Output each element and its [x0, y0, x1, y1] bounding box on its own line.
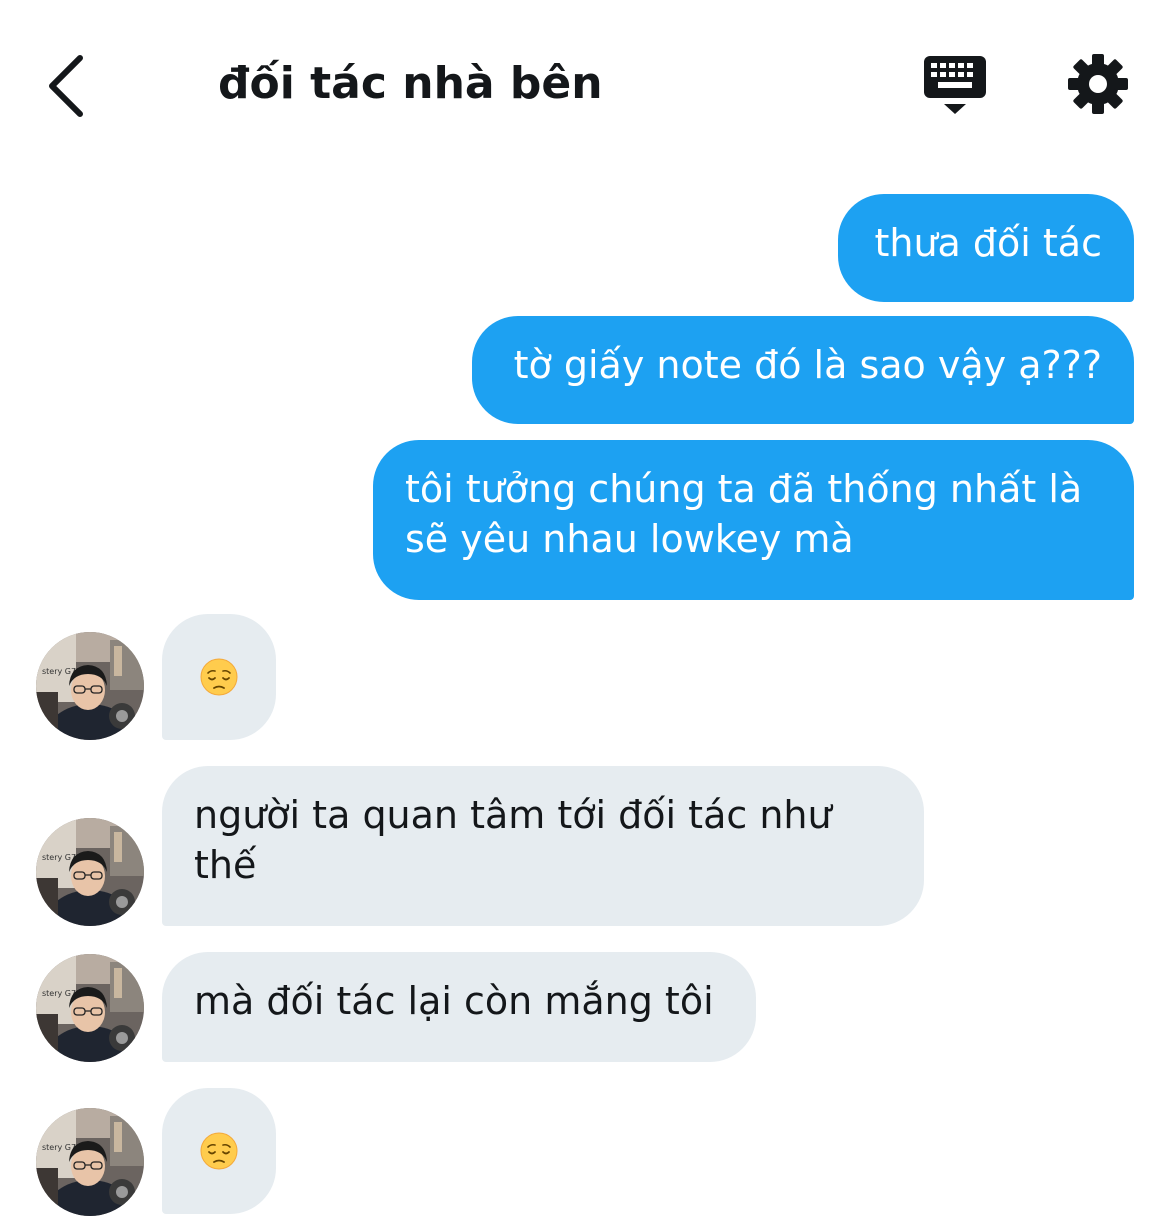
avatar-image	[36, 1108, 144, 1216]
avatar-image	[36, 632, 144, 740]
message-text-line: sẽ yêu nhau lowkey mà	[405, 517, 854, 561]
message-text: mà đối tác lại còn mắng tôi	[194, 979, 714, 1023]
message-bubble-outgoing[interactable]: tờ giấy note đó là sao vậy ạ???	[472, 316, 1134, 424]
message-bubble-incoming[interactable]	[162, 614, 276, 740]
message-bubble-incoming[interactable]	[162, 1088, 276, 1214]
message-bubble-incoming[interactable]: người ta quan tâm tới đối tác như thế	[162, 766, 924, 926]
gear-icon	[1068, 54, 1128, 114]
message-bubble-outgoing[interactable]: thưa đối tác	[838, 194, 1134, 302]
back-button[interactable]	[40, 50, 100, 120]
message-text: tờ giấy note đó là sao vậy ạ???	[513, 343, 1102, 387]
pensive-face-icon	[199, 657, 239, 697]
message-text-line: người ta quan tâm tới đối tác như	[194, 793, 832, 837]
keyboard-icon	[924, 56, 986, 114]
chat-screen: đối tác nhà bên thưa đối tác tờ giấy not…	[0, 0, 1170, 1228]
avatar[interactable]	[36, 818, 144, 926]
message-text-line: thế	[194, 843, 257, 887]
message-bubble-outgoing[interactable]: tôi tưởng chúng ta đã thống nhất là sẽ y…	[373, 440, 1134, 600]
conversation-title: đối tác nhà bên	[218, 58, 603, 109]
pensive-face-icon	[199, 1131, 239, 1171]
avatar[interactable]	[36, 954, 144, 1062]
chevron-left-icon	[49, 55, 83, 117]
settings-button[interactable]	[1066, 52, 1130, 116]
message-text-line: tôi tưởng chúng ta đã thống nhất là	[405, 467, 1083, 511]
avatar[interactable]	[36, 1108, 144, 1216]
keyboard-toggle-button[interactable]	[920, 52, 990, 118]
message-text: thưa đối tác	[874, 221, 1102, 265]
chat-header: đối tác nhà bên	[0, 0, 1170, 170]
message-bubble-incoming[interactable]: mà đối tác lại còn mắng tôi	[162, 952, 756, 1062]
avatar[interactable]	[36, 632, 144, 740]
avatar-image	[36, 954, 144, 1062]
avatar-image	[36, 818, 144, 926]
